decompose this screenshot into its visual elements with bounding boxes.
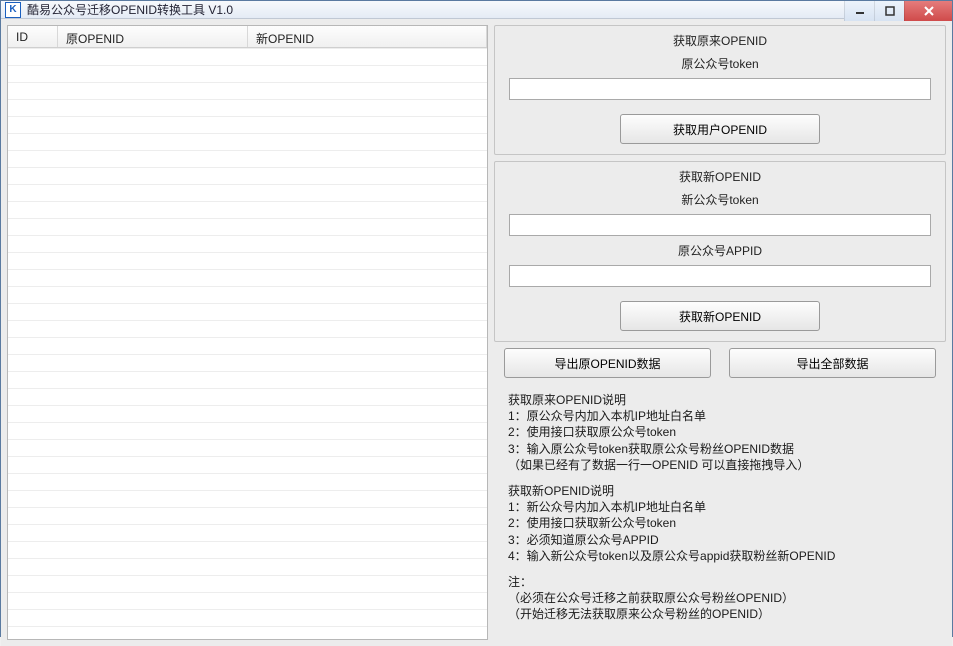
- instructions-block-2: 获取新OPENID说明 1：新公众号内加入本机IP地址白名单 2：使用接口获取新…: [508, 483, 932, 564]
- instr2-title: 获取新OPENID说明: [508, 483, 932, 499]
- close-button[interactable]: [904, 1, 952, 21]
- instr1-line4: （如果已经有了数据一行一OPENID 可以直接拖拽导入）: [508, 457, 932, 473]
- get-new-openid-button[interactable]: 获取新OPENID: [620, 301, 820, 331]
- maximize-button[interactable]: [874, 1, 904, 21]
- controls-panel: 获取原来OPENID 原公众号token 获取用户OPENID 获取新OPENI…: [494, 25, 946, 640]
- instr1-line2: 2：使用接口获取原公众号token: [508, 424, 932, 440]
- instr2-line2: 2：使用接口获取新公众号token: [508, 515, 932, 531]
- instr1-title: 获取原来OPENID说明: [508, 392, 932, 408]
- app-icon: K: [5, 2, 21, 18]
- original-appid-label: 原公众号APPID: [495, 236, 945, 259]
- instr1-line1: 1：原公众号内加入本机IP地址白名单: [508, 408, 932, 424]
- original-appid-input[interactable]: [509, 265, 931, 287]
- col-header-new-openid[interactable]: 新OPENID: [248, 26, 487, 47]
- get-user-openid-button[interactable]: 获取用户OPENID: [620, 114, 820, 144]
- table-body[interactable]: [8, 48, 487, 639]
- instr2-line1: 1：新公众号内加入本机IP地址白名单: [508, 499, 932, 515]
- app-window: K 酷易公众号迁移OPENID转换工具 V1.0 ID 原OPENID 新OPE…: [0, 0, 953, 637]
- original-token-input[interactable]: [509, 78, 931, 100]
- instr2-line3: 3：必须知道原公众号APPID: [508, 532, 932, 548]
- window-controls: [844, 1, 952, 21]
- original-token-label: 原公众号token: [495, 49, 945, 72]
- openid-table: ID 原OPENID 新OPENID: [7, 25, 488, 640]
- instructions-block-1: 获取原来OPENID说明 1：原公众号内加入本机IP地址白名单 2：使用接口获取…: [508, 392, 932, 473]
- instr3-title: 注：: [508, 574, 932, 590]
- export-buttons-row: 导出原OPENID数据 导出全部数据: [494, 348, 946, 378]
- new-token-input[interactable]: [509, 214, 931, 236]
- window-title: 酷易公众号迁移OPENID转换工具 V1.0: [27, 1, 233, 18]
- maximize-icon: [885, 6, 895, 16]
- minimize-button[interactable]: [844, 1, 874, 21]
- col-header-id[interactable]: ID: [8, 26, 58, 47]
- instructions-block-3: 注： （必须在公众号迁移之前获取原公众号粉丝OPENID） （开始迁移无法获取原…: [508, 574, 932, 623]
- new-token-label: 新公众号token: [495, 185, 945, 208]
- section2-title: 获取新OPENID: [495, 162, 945, 185]
- export-all-data-button[interactable]: 导出全部数据: [729, 348, 936, 378]
- section1-title: 获取原来OPENID: [495, 26, 945, 49]
- minimize-icon: [855, 6, 865, 16]
- instructions-panel: 获取原来OPENID说明 1：原公众号内加入本机IP地址白名单 2：使用接口获取…: [494, 384, 946, 640]
- close-icon: [923, 5, 935, 17]
- instr3-line1: （必须在公众号迁移之前获取原公众号粉丝OPENID）: [508, 590, 932, 606]
- table-header: ID 原OPENID 新OPENID: [8, 26, 487, 48]
- col-header-old-openid[interactable]: 原OPENID: [58, 26, 248, 47]
- titlebar[interactable]: K 酷易公众号迁移OPENID转换工具 V1.0: [1, 1, 952, 19]
- client-area: ID 原OPENID 新OPENID 获取原来OPENID 原公众号token …: [1, 19, 952, 646]
- group-get-original-openid: 获取原来OPENID 原公众号token 获取用户OPENID: [494, 25, 946, 155]
- instr3-line2: （开始迁移无法获取原来公众号粉丝的OPENID）: [508, 606, 932, 622]
- export-original-openid-button[interactable]: 导出原OPENID数据: [504, 348, 711, 378]
- table-row-lines: [8, 48, 487, 639]
- instr1-line3: 3：输入原公众号token获取原公众号粉丝OPENID数据: [508, 441, 932, 457]
- group-get-new-openid: 获取新OPENID 新公众号token 原公众号APPID 获取新OPENID: [494, 161, 946, 342]
- instr2-line4: 4：输入新公众号token以及原公众号appid获取粉丝新OPENID: [508, 548, 932, 564]
